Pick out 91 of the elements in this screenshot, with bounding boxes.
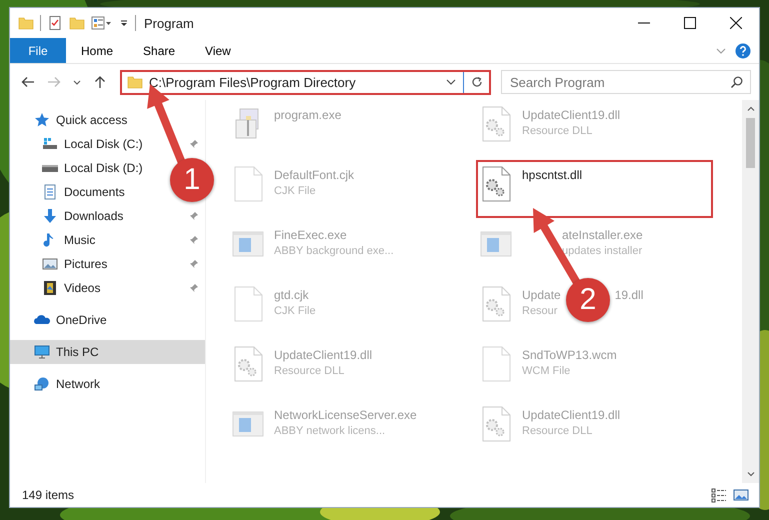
nav-label: Downloads — [64, 209, 124, 223]
scroll-thumb[interactable] — [746, 118, 755, 168]
maximize-icon[interactable] — [684, 17, 696, 29]
file-name: hpscntst.dll — [522, 168, 582, 182]
nav-label: This PC — [56, 345, 99, 359]
window-title: Program — [144, 16, 194, 30]
close-icon[interactable] — [730, 17, 742, 29]
scrollbar[interactable] — [742, 100, 759, 483]
film-icon — [42, 280, 58, 296]
gear-document-icon — [232, 346, 264, 382]
nav-item[interactable]: Documents — [10, 180, 129, 204]
scroll-down-icon[interactable] — [746, 469, 756, 479]
pin-icon[interactable] — [189, 259, 199, 269]
file-name: NetworkLicenseServer.exe — [274, 408, 417, 422]
nav-item[interactable]: Local Disk (D:) — [10, 156, 147, 180]
download-arrow-icon — [42, 208, 58, 224]
star-icon — [34, 112, 50, 128]
large-icons-view-icon[interactable] — [733, 487, 749, 503]
nav-label: Network — [56, 377, 100, 391]
nav-label: Pictures — [64, 257, 108, 271]
file-type: CJK File — [274, 305, 316, 317]
ribbon-tab[interactable]: Share — [128, 38, 190, 63]
file-type: WCM File — [522, 365, 570, 377]
pin-icon[interactable] — [189, 139, 199, 149]
nav-item[interactable]: Downloads — [10, 204, 128, 228]
nav-item[interactable]: Music — [10, 228, 100, 252]
nav-label: Videos — [64, 281, 100, 295]
network-icon — [34, 376, 50, 392]
nav-item[interactable]: Pictures — [10, 252, 112, 276]
item-count: 149 items — [22, 488, 74, 502]
file-name: DefaultFont.cjk — [274, 168, 354, 182]
nav-label: OneDrive — [56, 313, 107, 327]
document-icon — [232, 286, 264, 322]
ribbon-tab[interactable]: View — [190, 38, 246, 63]
file-name: SndToWP13.wcm — [522, 348, 617, 362]
customize-caret-icon[interactable] — [119, 18, 129, 28]
document-icon — [232, 166, 264, 202]
file-name: 19.dll — [614, 288, 644, 302]
file-item[interactable]: hpscntst.dll — [476, 160, 713, 218]
file-type: ABBY background exe... — [274, 245, 394, 257]
folder-icon — [127, 74, 143, 90]
search-icon[interactable] — [730, 75, 744, 89]
nav-label: Local Disk (D:) — [64, 161, 143, 175]
nav-item[interactable]: Local Disk (C:) — [10, 132, 147, 156]
minimize-icon[interactable] — [638, 22, 650, 24]
nav-label: Local Disk (C:) — [64, 137, 143, 151]
file-name: UpdateClient19.dll — [522, 408, 620, 422]
details-view-icon[interactable] — [711, 487, 727, 503]
file-type: Resour — [522, 305, 558, 317]
file-name: UpdateClient19.dll — [274, 348, 372, 362]
address-bar[interactable]: C:\Program Files\Program Directory — [120, 70, 491, 94]
pin-icon[interactable] — [189, 211, 199, 221]
properties-icon[interactable] — [91, 15, 113, 31]
file-name: gtd.cjk — [274, 288, 309, 302]
file-type: Resource DLL — [274, 365, 344, 377]
file-type: Resource DLL — [522, 425, 592, 437]
file-type: CJK File — [274, 185, 316, 197]
file-name: program.exe — [274, 108, 342, 122]
gear-document-icon — [480, 106, 512, 142]
nav-item[interactable]: Network — [10, 372, 205, 396]
drive-icon — [42, 136, 58, 152]
refresh-icon[interactable] — [470, 75, 484, 89]
file-type: updates installer — [562, 245, 642, 257]
file-type: Resource DLL — [522, 125, 592, 137]
search-field[interactable]: Search Program — [501, 70, 751, 94]
file-type: ABBY network licens... — [274, 425, 386, 437]
gear-document-icon — [480, 166, 512, 202]
document-icon — [42, 184, 58, 200]
file-menu-button[interactable]: File — [10, 38, 66, 63]
nav-item[interactable]: OneDrive — [10, 308, 205, 332]
computer-icon — [34, 344, 50, 360]
file-name: Update — [522, 288, 561, 302]
nav-label: Music — [64, 233, 96, 247]
nav-label: Documents — [64, 185, 125, 199]
gear-document-icon — [480, 286, 512, 322]
nav-item[interactable]: Quick access — [10, 108, 205, 132]
nav-label: Quick access — [56, 113, 128, 127]
pin-icon[interactable] — [189, 283, 199, 293]
help-icon[interactable] — [735, 42, 751, 58]
pin-icon[interactable] — [189, 235, 199, 245]
file-name: UpdateClient19.dll — [522, 108, 620, 122]
nav-item[interactable]: This PC — [10, 340, 205, 364]
file-name: ateInstaller.exe — [562, 228, 643, 242]
drive-icon — [42, 164, 58, 172]
checklist-icon[interactable] — [47, 15, 63, 31]
nav-item[interactable]: Videos — [10, 276, 104, 300]
ribbon-tab[interactable]: Home — [66, 38, 128, 63]
document-icon — [480, 346, 512, 382]
picture-icon — [42, 256, 58, 272]
file-name: FineExec.exe — [274, 228, 347, 242]
gear-document-icon — [480, 406, 512, 442]
